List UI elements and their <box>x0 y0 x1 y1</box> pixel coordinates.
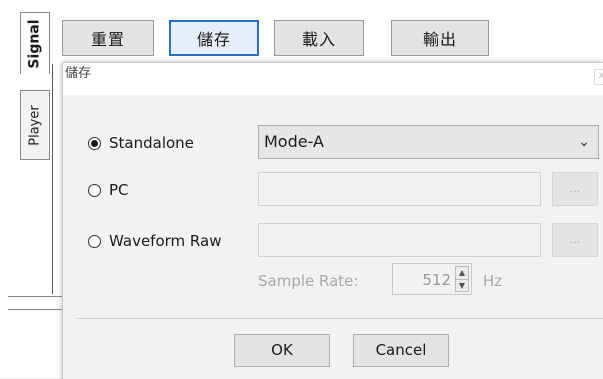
toolbar: 重置 儲存 載入 輸出 <box>62 20 504 56</box>
cancel-button[interactable]: Cancel <box>353 334 449 367</box>
pc-radio[interactable] <box>88 183 101 197</box>
dialog-divider <box>77 318 603 319</box>
waveform-raw-radio[interactable] <box>88 234 101 248</box>
sample-rate-label: Sample Rate: <box>258 272 359 290</box>
tab-signal-label: Signal <box>27 18 43 69</box>
tab-player[interactable]: Player <box>20 90 50 160</box>
dialog-title: 儲存 <box>65 66 92 81</box>
divider <box>8 296 68 297</box>
pc-browse-button[interactable]: ... <box>552 172 598 206</box>
pc-path-input[interactable] <box>258 172 541 206</box>
waveform-path-input[interactable] <box>258 223 541 257</box>
spin-up-icon[interactable]: ▲ <box>456 267 468 280</box>
dialog-title-bar: 儲存 ✕ <box>63 63 603 95</box>
tab-player-label: Player <box>27 104 43 146</box>
standalone-radio[interactable] <box>88 136 101 150</box>
option-pc[interactable]: PC <box>88 181 129 199</box>
standalone-label: Standalone <box>109 134 194 152</box>
close-icon[interactable]: ✕ <box>594 69 603 85</box>
save-dialog: 儲存 ✕ Standalone Mode-A ⌄ PC ... Waveform… <box>62 62 603 379</box>
waveform-raw-label: Waveform Raw <box>109 232 222 250</box>
spinner-arrows: ▲ ▼ <box>455 266 469 292</box>
option-standalone[interactable]: Standalone <box>88 134 194 152</box>
vertical-tab-strip: Signal Player <box>8 10 53 310</box>
waveform-browse-button[interactable]: ... <box>552 223 598 257</box>
reset-button[interactable]: 重置 <box>62 20 154 56</box>
spin-down-icon[interactable]: ▼ <box>456 280 468 292</box>
pc-label: PC <box>109 181 129 199</box>
save-button[interactable]: 儲存 <box>169 20 259 56</box>
sample-rate-unit: Hz <box>483 272 503 290</box>
load-button[interactable]: 載入 <box>274 20 364 56</box>
panel-border <box>52 64 53 294</box>
export-button[interactable]: 輸出 <box>391 20 489 56</box>
mode-select[interactable]: Mode-A ⌄ <box>258 125 599 159</box>
mode-select-value: Mode-A <box>264 132 324 151</box>
option-waveform-raw[interactable]: Waveform Raw <box>88 232 221 250</box>
ok-button[interactable]: OK <box>234 334 330 367</box>
sample-rate-value: 512 <box>422 271 451 289</box>
chevron-down-icon: ⌄ <box>578 134 590 150</box>
divider <box>8 309 68 310</box>
sample-rate-spinner[interactable]: 512 ▲ ▼ <box>392 263 472 295</box>
tab-signal[interactable]: Signal <box>20 12 50 74</box>
